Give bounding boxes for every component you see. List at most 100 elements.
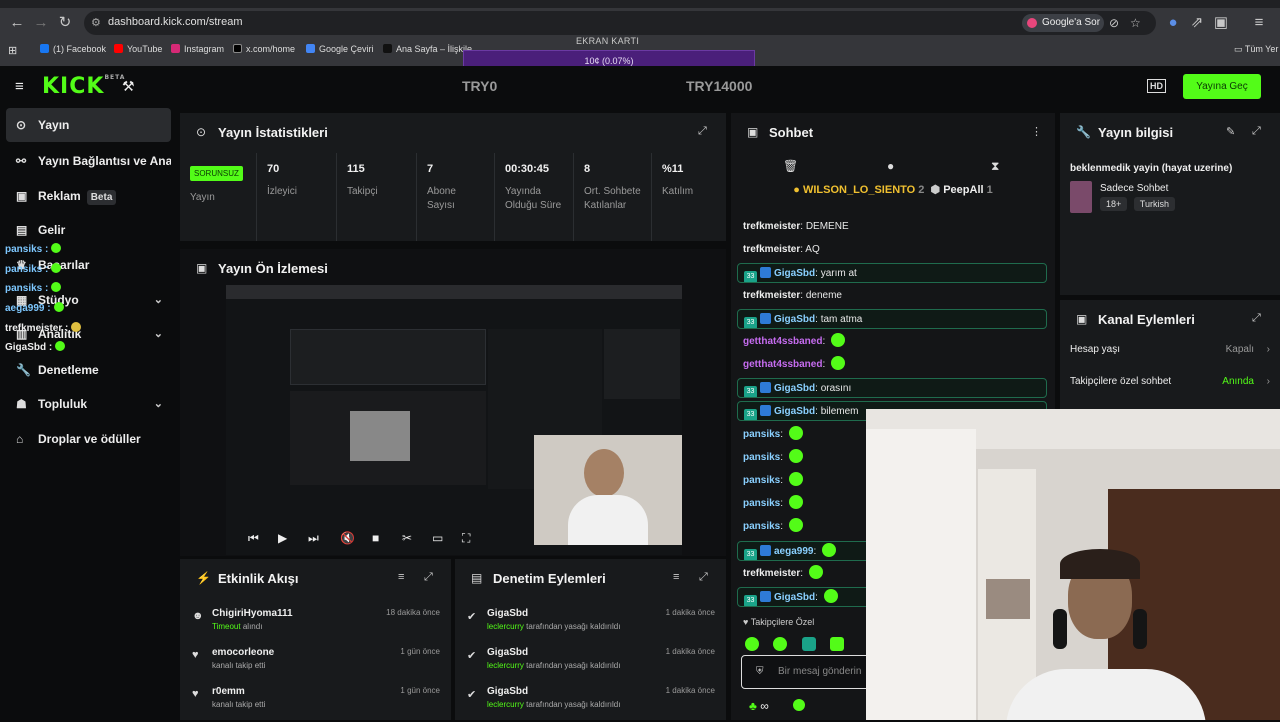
hourglass-icon[interactable]: ⧗ [991, 159, 999, 174]
emote-icon[interactable] [773, 637, 788, 651]
hammer-icon[interactable]: ⚒ [122, 78, 135, 95]
expand-icon[interactable]: ⤢ [698, 125, 707, 138]
pinned-user[interactable]: WILSON_LO_SIENTO [803, 184, 915, 196]
chat-message[interactable]: 33 GigaSbd: tam atma [737, 309, 1047, 329]
chat-username[interactable]: aega999 [774, 546, 813, 557]
chat-username[interactable]: pansiks [743, 429, 780, 440]
more-options-icon[interactable]: ⋮ [1031, 125, 1042, 138]
person-hair [1060, 549, 1140, 579]
chat-username[interactable]: pansiks [743, 521, 780, 532]
chat-message[interactable]: trefkmeister: AQ [737, 240, 1047, 260]
sidebar-item-community[interactable]: ☗ Topluluk ⌄ [6, 387, 171, 421]
mute-icon[interactable]: 🔇 [340, 531, 355, 545]
expand-icon[interactable]: ⤢ [424, 571, 433, 584]
puzzle-icon[interactable]: ▣ [1212, 14, 1230, 32]
reload-icon[interactable]: ↻ [56, 14, 74, 32]
chat-message[interactable]: getthat4ssbaned: [737, 332, 1047, 352]
site-info-icon[interactable]: ⚙ [91, 16, 101, 29]
expand-icon[interactable]: ⤢ [1252, 125, 1261, 138]
filter-icon[interactable]: ≡ [673, 571, 679, 583]
mod-user[interactable]: GigaSbd [487, 647, 528, 658]
mod-user[interactable]: GigaSbd [487, 608, 528, 619]
expand-icon[interactable]: ⤢ [1252, 312, 1261, 325]
google-sor-button[interactable]: Google'a Sor [1022, 14, 1104, 32]
emote-icon[interactable] [830, 637, 845, 651]
sidebar-item-revenue[interactable]: ▤ Gelir [6, 213, 171, 247]
chat-message[interactable]: trefkmeister: deneme [737, 286, 1047, 306]
action-row[interactable]: Hesap yaşı Kapalı › [1070, 344, 1270, 355]
forward-icon[interactable]: → [32, 14, 50, 32]
bookmark-home[interactable]: Ana Sayfa – İlişkile [383, 44, 472, 54]
infinity-icon[interactable]: ♣ ∞ [749, 699, 769, 713]
edit-icon[interactable]: ✎ [1226, 125, 1235, 138]
event-user[interactable]: ChigiriHyoma111 [212, 608, 293, 619]
tag[interactable]: 18+ [1100, 197, 1128, 211]
chat-message[interactable]: 33 GigaSbd: yarım at [737, 263, 1047, 283]
expand-icon[interactable]: ⤢ [699, 571, 708, 584]
hamburger-icon[interactable]: ≡ [15, 78, 24, 95]
chat-username[interactable]: trefkmeister [743, 290, 800, 301]
emote-icon[interactable] [801, 637, 816, 651]
chat-username[interactable]: pansiks [743, 452, 780, 463]
event-user[interactable]: emocorleone [212, 647, 274, 658]
hd-icon[interactable]: HD [1147, 79, 1166, 93]
chat-username[interactable]: getthat4ssbaned [743, 359, 822, 370]
chat-username[interactable]: GigaSbd [774, 314, 815, 325]
skip-forward-icon[interactable]: ⏭ [308, 531, 319, 546]
bookmark-youtube[interactable]: YouTube [114, 44, 162, 54]
action-row[interactable]: Takipçilere özel sohbet Anında › [1070, 376, 1270, 387]
extension-icon[interactable]: ● [1164, 14, 1182, 32]
fullscreen-icon[interactable]: ⛶ [462, 531, 470, 546]
vip-badge-icon [760, 313, 771, 324]
address-bar[interactable]: ⚙ dashboard.kick.com/stream Google'a Sor… [84, 11, 1156, 35]
chat-username[interactable]: GigaSbd [774, 592, 815, 603]
bookmark-x[interactable]: x.com/home [233, 44, 295, 54]
mod-user[interactable]: GigaSbd [487, 686, 528, 697]
stream-preview-video[interactable] [226, 285, 682, 555]
chat-username[interactable]: GigaSbd [774, 268, 815, 279]
emote-icon[interactable] [745, 637, 759, 651]
kick-coin-icon[interactable] [793, 699, 805, 711]
sidebar-item-stream-key[interactable]: ⚯ Yayın Bağlantısı ve Anahtarı [6, 144, 171, 178]
bookmark-google-translate[interactable]: Google Çeviri [306, 44, 374, 54]
sidebar-item-drops[interactable]: ⌂ Droplar ve ödüller [6, 422, 171, 456]
eye-off-icon[interactable]: ⊘ [1109, 16, 1119, 30]
trash-icon[interactable]: 🗑 [783, 159, 798, 173]
play-icon[interactable]: ▶ [278, 531, 287, 545]
back-icon[interactable]: ← [8, 14, 26, 32]
chat-username[interactable]: getthat4ssbaned [743, 336, 822, 347]
sidebar-item-moderation[interactable]: 🔧 Denetleme [6, 353, 171, 387]
menu-icon[interactable]: ≡ [1250, 14, 1268, 32]
tag[interactable]: Turkish [1133, 197, 1175, 211]
bookmark-facebook[interactable]: (1) Facebook [40, 44, 106, 54]
category-name[interactable]: Sadece Sohbet [1100, 183, 1168, 194]
chat-username[interactable]: GigaSbd [774, 406, 815, 417]
skip-back-icon[interactable]: ⏮ [248, 531, 259, 546]
star-icon[interactable]: ☆ [1130, 16, 1141, 30]
event-user[interactable]: r0emm [212, 686, 245, 697]
chat-message[interactable]: 33 GigaSbd: orasını [737, 378, 1047, 398]
clip-icon[interactable]: ✂ [402, 531, 412, 545]
chat-message[interactable]: getthat4ssbaned: [737, 355, 1047, 375]
pip-icon[interactable]: ▭ [432, 531, 443, 545]
camera-icon[interactable]: ■ [372, 531, 379, 545]
chat-username[interactable]: trefkmeister [743, 221, 800, 232]
all-bookmarks[interactable]: ▭ Tüm Yer [1234, 44, 1278, 55]
bookmark-instagram[interactable]: Instagram [171, 44, 224, 54]
chat-username[interactable]: pansiks [743, 475, 780, 486]
chat-username[interactable]: GigaSbd [774, 383, 815, 394]
chat-username[interactable]: trefkmeister [743, 244, 800, 255]
go-live-button[interactable]: Yayına Geç [1183, 74, 1261, 99]
kick-logo[interactable]: KICKBETA [42, 74, 125, 99]
chat-username[interactable]: pansiks [743, 498, 780, 509]
chat-message[interactable]: trefkmeister: DEMENE [737, 217, 1047, 237]
filter-icon[interactable]: ≡ [398, 571, 404, 583]
sidebar-item-stream[interactable]: ⊙ Yayın [6, 108, 171, 142]
pinned-user[interactable]: PeepAll [943, 184, 983, 196]
chat-username[interactable]: trefkmeister [743, 568, 800, 579]
speech-bubble-icon[interactable]: ● [887, 159, 894, 173]
apps-icon[interactable]: ⊞ [8, 44, 17, 57]
share-icon[interactable]: ⇗ [1188, 14, 1206, 32]
category-thumbnail[interactable] [1070, 181, 1092, 213]
sidebar-item-ads[interactable]: ▣ Reklam Beta [6, 179, 171, 213]
